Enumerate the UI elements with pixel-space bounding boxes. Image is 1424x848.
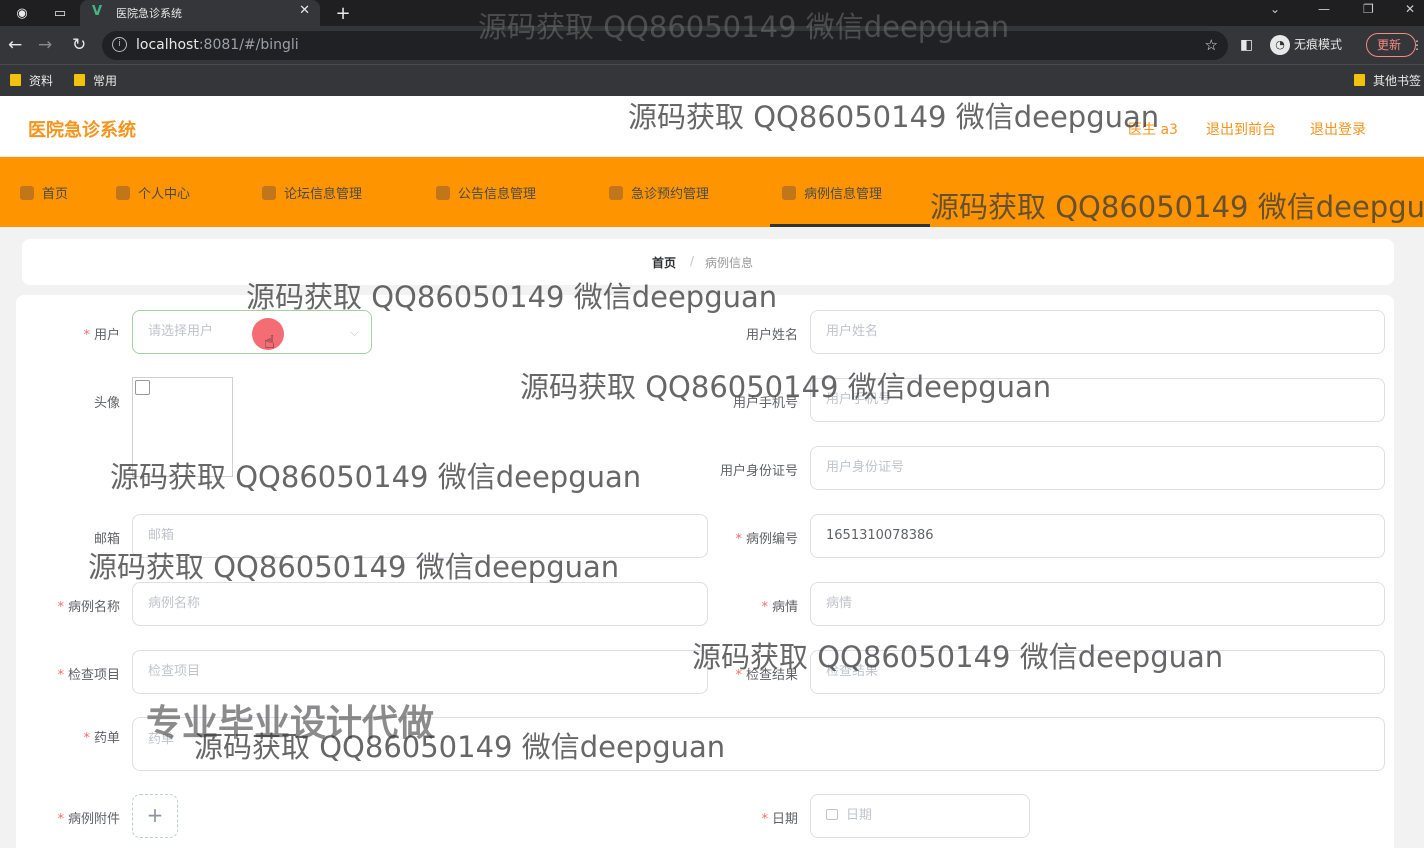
- home-icon: [20, 186, 34, 200]
- idcard-input[interactable]: 用户身份证号: [810, 446, 1385, 490]
- watermark: 源码获取 QQ86050149 微信deepguan: [478, 10, 1010, 44]
- date-label: * 日期: [761, 812, 798, 827]
- update-button[interactable]: 更新 ⋮: [1366, 33, 1423, 57]
- watermark: 源码获取 QQ86050149 微信deepguan: [628, 100, 1160, 134]
- url-text: localhost:8081/#/bingli: [136, 37, 299, 53]
- date-picker[interactable]: 日期: [810, 794, 1030, 838]
- casename-label: * 病例名称: [57, 600, 120, 615]
- tab-title: 医院急诊系统: [116, 7, 182, 20]
- caseno-input[interactable]: 1651310078386: [810, 514, 1385, 558]
- vue-logo-icon: V: [92, 4, 103, 19]
- hand-cursor-icon: ☝: [264, 332, 275, 353]
- folder-icon: [1354, 74, 1365, 86]
- caseno-label: * 病例编号: [735, 532, 798, 547]
- watermark: 源码获取 QQ86050149 微信deepguan: [110, 460, 642, 494]
- nav-item-case[interactable]: 病例信息管理: [782, 183, 882, 202]
- new-tab-icon[interactable]: +: [333, 3, 353, 24]
- exam-input[interactable]: 检查项目: [132, 650, 708, 694]
- idcard-label: 用户身份证号: [719, 464, 798, 479]
- avatar-label: 头像: [93, 396, 120, 411]
- notice-icon: [436, 186, 450, 200]
- attachment-upload-button[interactable]: +: [132, 794, 178, 838]
- browser-tab[interactable]: V 医院急诊系统 ✕: [80, 0, 320, 26]
- folder-icon: [10, 74, 21, 86]
- nav-active-indicator: [770, 224, 930, 227]
- broken-image-icon: [135, 380, 150, 395]
- breadcrumb-separator: /: [690, 254, 695, 268]
- tab-overview-icon[interactable]: ▭: [50, 3, 70, 23]
- exam-label: * 检查项目: [57, 668, 120, 683]
- tab-search-icon[interactable]: ⌄: [1270, 2, 1280, 16]
- logout-link[interactable]: 退出登录: [1310, 119, 1366, 139]
- watermark: 源码获取 QQ86050149 微信deepguan: [88, 550, 620, 584]
- side-panel-icon[interactable]: ◧: [1240, 35, 1253, 55]
- incognito-icon: ◔: [1270, 35, 1290, 55]
- condition-input[interactable]: 病情: [810, 582, 1385, 626]
- username-label: 用户姓名: [745, 328, 798, 343]
- watermark: 源码获取 QQ86050149 微信deepguan: [520, 370, 1052, 404]
- reload-icon[interactable]: ↻: [72, 35, 86, 55]
- app-title: 医院急诊系统: [28, 120, 136, 141]
- minimize-icon[interactable]: —: [1318, 2, 1330, 16]
- bookmark-folder-other[interactable]: 其他书签: [1354, 72, 1421, 89]
- nav-item-forum[interactable]: 论坛信息管理: [262, 183, 362, 202]
- breadcrumb-home[interactable]: 首页: [652, 254, 676, 271]
- bookmark-star-icon[interactable]: ☆: [1205, 36, 1218, 54]
- window-close-icon[interactable]: ✕: [1405, 2, 1415, 16]
- case-icon: [782, 186, 796, 200]
- nav-item-appointment[interactable]: 急诊预约管理: [609, 183, 709, 202]
- back-icon[interactable]: ←: [8, 35, 22, 55]
- chevron-down-icon: ⌵: [349, 325, 359, 339]
- user-icon: [116, 186, 130, 200]
- nav-item-profile[interactable]: 个人中心: [116, 183, 190, 202]
- calendar-icon: [826, 809, 838, 820]
- condition-label: * 病情: [761, 600, 798, 615]
- username-input[interactable]: 用户姓名: [810, 310, 1385, 354]
- watermark: 源码获取 QQ86050149 微信deepguan: [246, 280, 778, 314]
- bookmark-folder-changyong[interactable]: 常用: [74, 72, 117, 89]
- nav-item-home[interactable]: 首页: [20, 183, 68, 202]
- browser-menu-icon[interactable]: ◉: [12, 3, 32, 23]
- forum-icon: [262, 186, 276, 200]
- back-to-front-link[interactable]: 退出到前台: [1206, 119, 1276, 139]
- restore-icon[interactable]: ❐: [1363, 2, 1374, 16]
- user-label: * 用户: [83, 328, 120, 343]
- site-info-icon[interactable]: i: [112, 37, 127, 52]
- bookmark-folder-ziliao[interactable]: 资料: [10, 72, 53, 89]
- watermark: 源码获取 QQ86050149 微信deepguan: [930, 190, 1424, 224]
- watermark: 源码获取 QQ86050149 微信deepguan: [692, 640, 1224, 674]
- forward-icon[interactable]: →: [38, 35, 52, 55]
- nav-item-notice[interactable]: 公告信息管理: [436, 183, 536, 202]
- rx-label: * 药单: [83, 731, 120, 746]
- attachment-label: * 病例附件: [57, 812, 120, 827]
- folder-icon: [74, 74, 85, 86]
- bookmarks-bar: 资料 常用 其他书签: [0, 64, 1424, 96]
- breadcrumb-current: 病例信息: [705, 256, 754, 270]
- appointment-icon: [609, 186, 623, 200]
- watermark: 源码获取 QQ86050149 微信deepguan: [194, 730, 726, 764]
- casename-input[interactable]: 病例名称: [132, 582, 708, 626]
- incognito-indicator[interactable]: ◔ 无痕模式: [1270, 35, 1342, 55]
- tab-close-icon[interactable]: ✕: [299, 3, 310, 18]
